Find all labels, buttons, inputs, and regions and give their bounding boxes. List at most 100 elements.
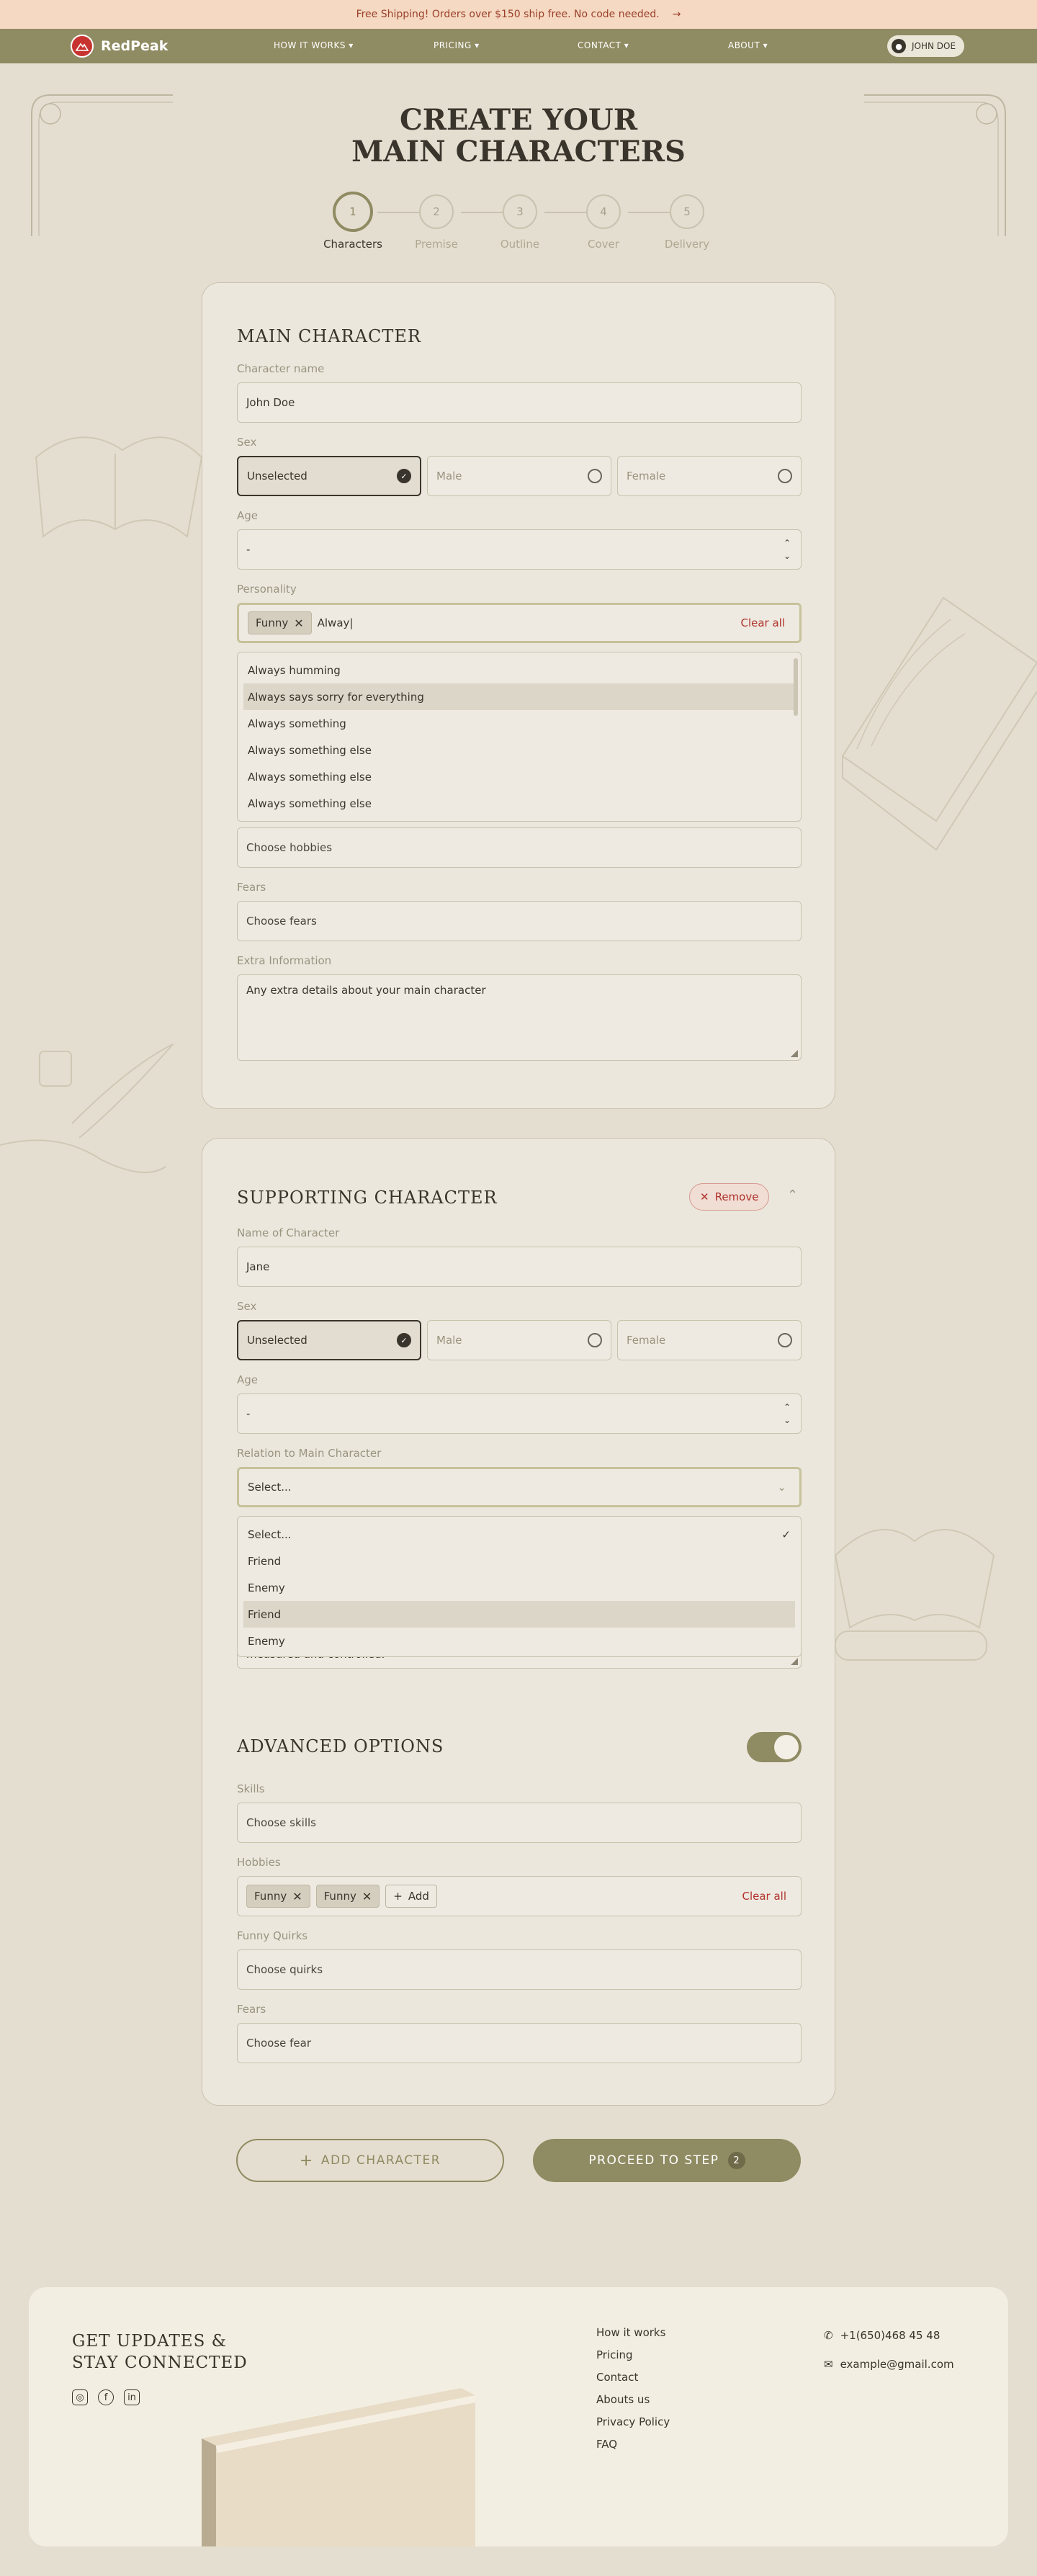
books-illustration [834,1529,995,1661]
suggestion-option[interactable]: Always something else [243,737,795,763]
proceed-button[interactable]: PROCEED TO STEP 2 [533,2139,801,2182]
hobbies-input[interactable]: Choose hobbies [237,827,802,868]
footer-link-faq[interactable]: FAQ [596,2438,617,2451]
resize-handle-icon[interactable] [791,1050,798,1057]
suggestion-option[interactable]: Always something else [243,790,795,817]
brand-logo[interactable]: RedPeak [71,35,168,58]
clear-all-button[interactable]: Clear all [742,1890,786,1903]
arrow-right-icon[interactable]: → [673,9,681,20]
age-stepper[interactable]: - ⌃ ⌄ [237,529,802,570]
character-name-input[interactable]: John Doe [237,382,802,423]
relation-option[interactable]: Enemy [243,1574,795,1601]
fears-input[interactable]: Choose fears [237,901,802,941]
step-characters[interactable]: 1 Characters [317,192,389,251]
personality-typed-text: Alway| [317,616,354,629]
relation-select[interactable]: Select... ⌄ [237,1467,802,1507]
section-heading: SUPPORTING CHARACTER [237,1188,498,1208]
extra-info-label: Extra Information [237,954,332,967]
radio-icon [778,469,792,483]
add-character-button[interactable]: + ADD CHARACTER [236,2139,504,2182]
personality-label: Personality [237,583,297,596]
sex-option-female[interactable]: Female [617,1320,802,1360]
footer-heading: GET UPDATES & STAY CONNECTED [72,2332,248,2372]
clear-all-button[interactable]: Clear all [740,616,785,629]
fears-label: Fears [237,881,266,894]
advanced-options-heading: ADVANCED OPTIONS [237,1736,444,1756]
tag-chip[interactable]: Funny ✕ [315,1885,380,1908]
instagram-icon[interactable]: ◎ [72,2389,88,2405]
chevron-down-icon: ⌄ [777,1481,786,1494]
step-outline[interactable]: 3 Outline [484,194,556,251]
fears-input[interactable]: Choose fear [237,2023,802,2063]
footer-link-how-it-works[interactable]: How it works [596,2326,665,2339]
suggestion-option[interactable]: Always says sorry for everything [243,683,795,710]
relation-option[interactable]: Select... ✓ [243,1521,795,1548]
stepper-arrows-icon[interactable]: ⌃ ⌄ [784,537,791,562]
progress-stepper: 1 Characters 2 Premise 3 Outline 4 Cover… [317,192,723,259]
tag-chip[interactable]: Funny ✕ [246,1885,310,1908]
scrollbar[interactable] [794,658,798,716]
relation-option[interactable]: Enemy [243,1628,795,1654]
age-stepper[interactable]: - ⌃ ⌄ [237,1394,802,1434]
facebook-icon[interactable]: f [98,2389,114,2405]
resize-handle-icon[interactable] [791,1658,798,1665]
supporting-name-input[interactable]: Jane [237,1247,802,1287]
nav-how-it-works[interactable]: HOW IT WORKS ▾ [274,40,354,50]
chevron-up-icon[interactable]: ⌃ [787,1188,798,1203]
supporting-character-card: SUPPORTING CHARACTER ✕ Remove ⌃ Name of … [202,1138,835,2106]
sex-option-female[interactable]: Female [617,456,802,496]
footer-link-privacy[interactable]: Privacy Policy [596,2415,670,2428]
radio-icon [588,469,602,483]
relation-option[interactable]: Friend [243,1548,795,1574]
sex-option-unselected[interactable]: Unselected ✓ [237,456,421,496]
relation-option[interactable]: Friend [243,1601,795,1628]
mountain-icon [71,35,94,58]
sex-option-male[interactable]: Male [427,1320,611,1360]
suggestion-option[interactable]: Always something [243,710,795,737]
promo-text: Free Shipping! Orders over $150 ship fre… [356,9,660,20]
hobbies-tag-input[interactable]: Funny ✕ Funny ✕ + Add Clear all [237,1876,802,1916]
sex-option-male[interactable]: Male [427,456,611,496]
sex-label: Sex [237,1300,257,1313]
skills-input[interactable]: Choose skills [237,1803,802,1843]
step-delivery[interactable]: 5 Delivery [651,194,723,251]
nav-contact[interactable]: CONTACT ▾ [578,40,629,50]
step-premise[interactable]: 2 Premise [400,194,472,251]
linkedin-icon[interactable]: in [124,2389,140,2405]
nav-about[interactable]: ABOUT ▾ [728,40,768,50]
user-name: JOHN DOE [912,41,956,51]
book-stack-illustration [841,596,1037,851]
close-icon: ✕ [700,1190,709,1203]
footer-link-contact[interactable]: Contact [596,2371,638,2384]
quirks-input[interactable]: Choose quirks [237,1949,802,1990]
close-icon[interactable]: ✕ [362,1890,372,1903]
footer-email[interactable]: ✉ example@gmail.com [824,2358,954,2371]
character-name-label: Character name [237,362,325,375]
stepper-arrows-icon[interactable]: ⌃ ⌄ [784,1401,791,1427]
suggestion-option[interactable]: Always humming [243,657,795,683]
close-icon[interactable]: ✕ [294,616,303,630]
sex-option-unselected[interactable]: Unselected ✓ [237,1320,421,1360]
check-icon: ✓ [397,469,411,483]
personality-tag-input[interactable]: Funny ✕ Alway| Clear all [237,603,802,643]
extra-info-textarea[interactable]: Any extra details about your main charac… [237,974,802,1061]
advanced-options-toggle[interactable] [747,1732,802,1762]
tag-chip[interactable]: Funny ✕ [248,611,312,634]
quirks-label: Funny Quirks [237,1929,308,1942]
add-tag-button[interactable]: + Add [385,1885,437,1908]
hobbies-label: Hobbies [237,1856,281,1869]
footer-link-about[interactable]: Abouts us [596,2393,650,2406]
mail-icon: ✉ [824,2358,833,2371]
fears-label: Fears [237,2003,266,2016]
step-cover[interactable]: 4 Cover [567,194,639,251]
suggestion-option[interactable]: Always something else [243,763,795,790]
footer-phone[interactable]: ✆ +1(650)468 45 48 [824,2329,940,2342]
footer-link-pricing[interactable]: Pricing [596,2348,633,2361]
radio-icon [588,1333,602,1347]
remove-button[interactable]: ✕ Remove [689,1183,770,1211]
close-icon[interactable]: ✕ [292,1890,302,1903]
user-menu[interactable]: ● JOHN DOE [887,35,965,57]
page-title: CREATE YOUR MAIN CHARACTERS [351,103,686,169]
sex-label: Sex [237,436,257,449]
nav-pricing[interactable]: PRICING ▾ [434,40,480,50]
